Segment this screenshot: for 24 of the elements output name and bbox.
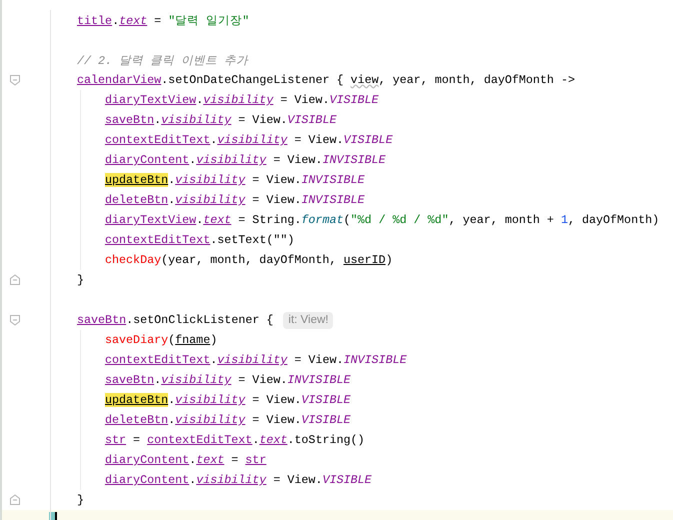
- code-line: }: [77, 273, 84, 287]
- code-line: deleteBtn.visibility = View.VISIBLE: [105, 413, 350, 427]
- code-line: updateBtn.visibility = View.VISIBLE: [105, 393, 350, 407]
- code-line: calendarView.setOnDateChangeListener { view, year, month, dayOfMonth ->: [77, 73, 575, 87]
- code-line: updateBtn.visibility = View.INVISIBLE: [105, 173, 365, 187]
- code-line: checkDay(year, month, dayOfMonth, userID): [105, 253, 393, 267]
- code-line: deleteBtn.visibility = View.INVISIBLE: [105, 193, 365, 207]
- code-line: title.text = "달력 일기장": [77, 12, 250, 28]
- code-line: saveBtn.visibility = View.VISIBLE: [105, 113, 336, 127]
- code-line: diaryTextView.text = String.format("%d / %d / %d", year, month + 1, dayOfMonth): [105, 213, 660, 227]
- code-line: diaryContent.visibility = View.VISIBLE: [105, 473, 372, 487]
- code-line: contextEditText.visibility = View.VISIBLE: [105, 133, 393, 147]
- code-line: saveDiary(fname): [105, 333, 218, 347]
- code-line: contextEditText.visibility = View.INVISIBLE: [105, 353, 407, 367]
- code-line: diaryContent.text = str: [105, 453, 266, 467]
- code-line: contextEditText.setText(""): [105, 233, 294, 247]
- code-line: }: [77, 493, 84, 507]
- code-line: saveBtn.visibility = View.INVISIBLE: [105, 373, 350, 387]
- code-line: diaryContent.visibility = View.INVISIBLE: [105, 153, 386, 167]
- inlay-hint: it: View!: [283, 312, 334, 328]
- code-line: saveBtn.setOnClickListener {: [77, 313, 274, 327]
- code-line: // 2. 달력 클릭 이벤트 추가: [77, 52, 248, 68]
- code-line: str = contextEditText.text.toString(): [105, 433, 365, 447]
- code-line: diaryTextView.visibility = View.VISIBLE: [105, 93, 379, 107]
